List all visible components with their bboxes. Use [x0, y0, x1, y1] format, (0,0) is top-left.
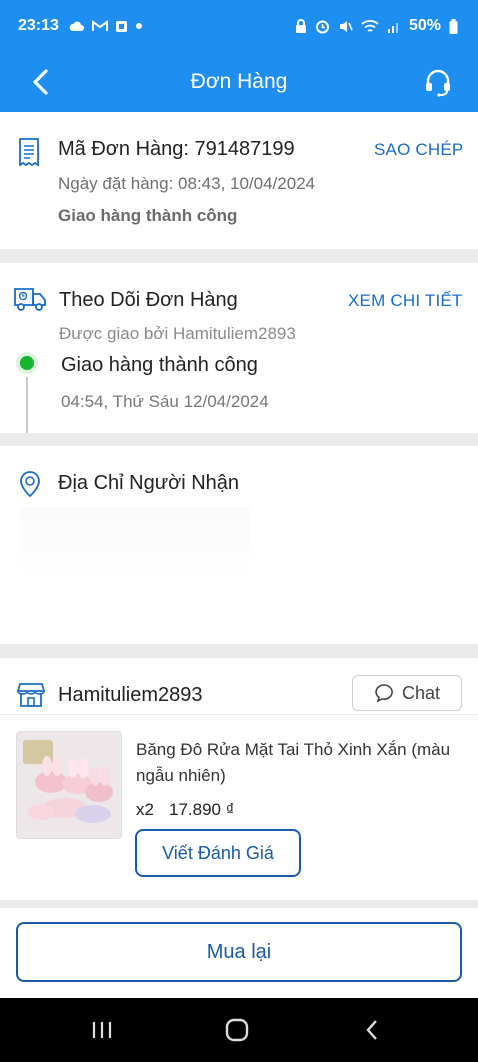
tracking-status-dot — [16, 352, 38, 374]
order-code: Mã Đơn Hàng: 791487199 — [58, 138, 295, 160]
lock-icon — [295, 19, 306, 33]
chat-bubble-icon — [375, 684, 393, 703]
status-time: 23:13 — [18, 17, 59, 34]
system-navigation-bar — [0, 998, 478, 1062]
order-info-card: Mã Đơn Hàng: 791487199 SAO CHÉP Ngày đặt… — [0, 112, 478, 249]
system-icons: 50% — [295, 17, 458, 35]
back-arrow-icon — [33, 69, 48, 95]
headset-icon — [426, 69, 450, 97]
back-nav-button[interactable] — [352, 1012, 392, 1048]
cloud-icon — [69, 21, 84, 31]
address-card: Địa Chỉ Người Nhận — [0, 446, 478, 644]
rebuy-button[interactable]: Mua lại — [16, 922, 462, 982]
order-date: Ngày đặt hàng: 08:43, 10/04/2024 — [58, 174, 316, 193]
view-detail-button[interactable]: XEM CHI TIẾT — [348, 291, 463, 311]
product-quantity: x2 — [136, 800, 154, 819]
tracking-event-title: Giao hàng thành công — [61, 354, 258, 376]
app-bar: Đơn Hàng — [0, 52, 478, 112]
delivery-truck-icon — [14, 288, 46, 311]
battery-level: 50% — [408, 17, 441, 34]
write-review-button[interactable]: Viết Đánh Giá — [135, 829, 301, 877]
location-pin-icon — [20, 471, 40, 498]
tracking-title: Theo Dõi Đơn Hàng — [59, 289, 238, 311]
alarm-icon — [315, 20, 329, 33]
top-bar: 23:13 50% Đơn Hàng — [0, 0, 478, 112]
divider — [0, 714, 478, 715]
tracking-timeline-line — [26, 377, 28, 433]
chat-label: Chat — [401, 682, 441, 703]
page-title: Đơn Hàng — [190, 70, 288, 93]
wifi-icon — [361, 19, 379, 32]
recent-apps-button[interactable] — [82, 1012, 122, 1048]
dot-icon — [135, 23, 142, 29]
chat-button[interactable]: Chat — [352, 675, 462, 711]
tracking-event-time: 04:54, Thứ Sáu 12/04/2024 — [61, 392, 269, 411]
gmail-icon — [91, 20, 108, 31]
product-image[interactable] — [16, 731, 122, 839]
home-button[interactable] — [217, 1012, 257, 1048]
copy-button[interactable]: SAO CHÉP — [374, 140, 463, 160]
product-price: 17.890 ₫ — [169, 800, 235, 819]
status-bar: 23:13 50% — [0, 0, 478, 52]
receipt-icon — [19, 138, 39, 166]
product-thumbnail-image — [17, 732, 121, 838]
notification-icons — [69, 20, 143, 33]
mute-icon — [339, 20, 353, 32]
recent-apps-icon — [92, 1022, 112, 1038]
app-icon — [115, 20, 127, 32]
support-button[interactable] — [416, 60, 460, 104]
shop-name[interactable]: Hamituliem2893 — [58, 684, 203, 707]
signal-icon — [387, 23, 398, 33]
home-icon — [225, 1018, 249, 1042]
address-redacted-area — [20, 506, 250, 626]
back-button[interactable] — [22, 62, 58, 102]
delivered-by: Được giao bởi Hamituliem2893 — [59, 324, 296, 343]
battery-icon — [449, 18, 458, 34]
product-name[interactable]: Băng Đô Rửa Mặt Tai Thỏ Xinh Xắn (màu ng… — [136, 737, 456, 789]
back-nav-icon — [366, 1020, 377, 1040]
address-title: Địa Chỉ Người Nhận — [58, 472, 240, 494]
store-icon — [17, 683, 45, 707]
order-status: Giao hàng thành công — [58, 206, 238, 225]
